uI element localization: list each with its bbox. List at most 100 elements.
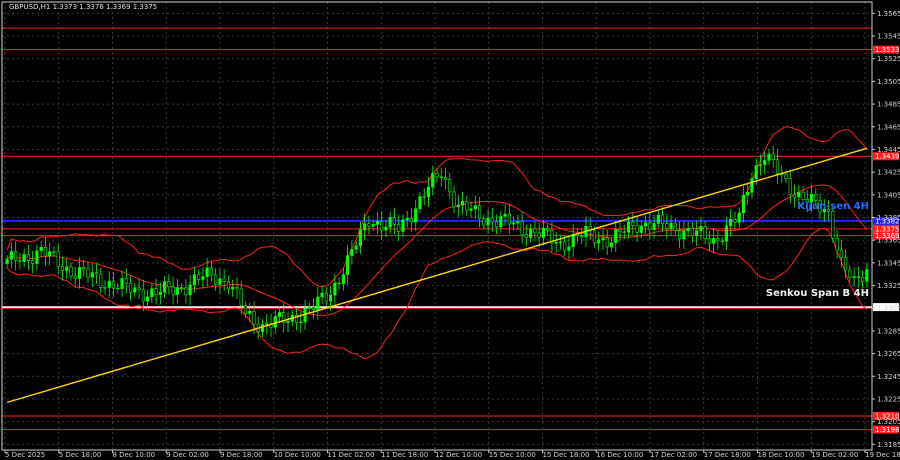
candle-body (737, 212, 741, 223)
y-tick-label: 1.3565 (877, 10, 900, 18)
candle-body (541, 228, 545, 238)
candle-body (856, 276, 860, 278)
candle-body (456, 204, 460, 208)
symbol-header: GBPUSD,H1 1.3373 1.3376 1.3369 1.3375 (9, 3, 157, 11)
candle-body (401, 219, 405, 232)
candle-body (248, 311, 252, 314)
x-tick-label: 18 Dec 10:00 (758, 451, 805, 459)
candle-body (712, 238, 716, 244)
y-tick-label: 1.3365 (877, 237, 900, 245)
candle-body (171, 286, 175, 295)
candle-body (546, 228, 550, 231)
candle-body (218, 278, 222, 285)
candle-body (111, 280, 116, 289)
candle-body (699, 226, 703, 231)
level-price-tag-text: 1.3533 (875, 46, 900, 54)
candle-body (622, 231, 626, 233)
candle-body (486, 217, 490, 226)
candle-body (146, 296, 150, 302)
y-tick-label: 1.3405 (877, 191, 900, 199)
candle-body (567, 246, 571, 251)
y-tick-label: 1.3265 (877, 350, 900, 358)
candle-body (767, 153, 771, 161)
y-tick-label: 1.3345 (877, 259, 900, 267)
candle-body (771, 153, 775, 160)
candle-body (741, 194, 746, 214)
candle-body (14, 251, 18, 261)
y-tick-label: 1.3465 (877, 123, 900, 131)
x-tick-label: 19 Dec 18:00 (865, 451, 900, 459)
candle-body (656, 214, 660, 224)
candle-body (341, 274, 345, 284)
x-tick-label: 15 Dec 18:00 (543, 451, 590, 459)
x-tick-label: 15 Dec 10:00 (489, 451, 536, 459)
x-tick-label: 9 Dec 02:00 (166, 451, 209, 459)
candle-body (380, 220, 384, 231)
candle-body (346, 255, 350, 276)
candle-body (435, 173, 439, 178)
candle-body (324, 292, 328, 302)
y-tick-label: 1.3525 (877, 55, 900, 63)
x-tick-label: 17 Dec 18:00 (704, 451, 751, 459)
candle-body (861, 277, 865, 282)
candle-body (18, 260, 22, 262)
candle-body (307, 306, 311, 309)
candle-body (252, 311, 256, 325)
candle-body (239, 288, 243, 307)
candle-body (35, 250, 39, 264)
candle-body (184, 287, 188, 296)
candle-body (226, 281, 231, 290)
candle-body (460, 201, 465, 206)
candle-body (643, 222, 648, 227)
candle-body (652, 223, 656, 230)
candle-body (580, 235, 584, 238)
candle-body (392, 217, 397, 225)
candle-body (26, 254, 30, 261)
candle-body (358, 229, 362, 247)
candle-body (503, 213, 507, 217)
candle-body (31, 260, 35, 264)
candle-body (163, 281, 167, 293)
candle-body (5, 258, 9, 264)
candle-body (516, 221, 520, 224)
candle-body (618, 228, 622, 233)
candle-body (592, 230, 597, 244)
candle-body (167, 281, 171, 288)
candle-body (201, 276, 205, 280)
candle-body (222, 278, 226, 282)
candle-body (788, 178, 792, 195)
candle-body (448, 179, 452, 193)
price-chart: 1.35331.34391.33821.33751.33691.33061.32… (0, 0, 900, 460)
candle-body (333, 282, 337, 296)
senkou-span-b-label: Senkou Span B 4H (766, 288, 869, 299)
y-tick-label: 1.3325 (877, 282, 900, 290)
candle-body (22, 254, 26, 262)
candle-body (69, 266, 73, 277)
candle-body (77, 267, 82, 279)
candle-body (141, 289, 145, 302)
candle-body (848, 269, 852, 278)
candle-body (695, 230, 699, 237)
x-tick-label: 11 Dec 18:00 (381, 451, 428, 459)
candle-body (409, 217, 414, 223)
candle-body (422, 196, 426, 198)
candle-body (729, 218, 733, 227)
candle-body (703, 226, 707, 239)
x-tick-label: 9 Dec 18:00 (220, 451, 263, 459)
x-tick-label: 19 Dec 02:00 (811, 451, 858, 459)
candle-body (286, 321, 290, 323)
candle-body (73, 275, 77, 279)
candle-body (150, 288, 154, 298)
candle-body (205, 267, 209, 277)
candle-body (337, 282, 341, 285)
candle-body (660, 214, 665, 224)
candle-body (375, 220, 379, 225)
candle-body (665, 223, 669, 229)
candle-body (601, 237, 605, 241)
candle-body (316, 296, 320, 311)
candle-body (192, 274, 196, 286)
candle-body (214, 274, 218, 285)
candle-body (367, 223, 371, 227)
candle-body (563, 241, 567, 251)
x-tick-label: 11 Dec 02:00 (328, 451, 375, 459)
